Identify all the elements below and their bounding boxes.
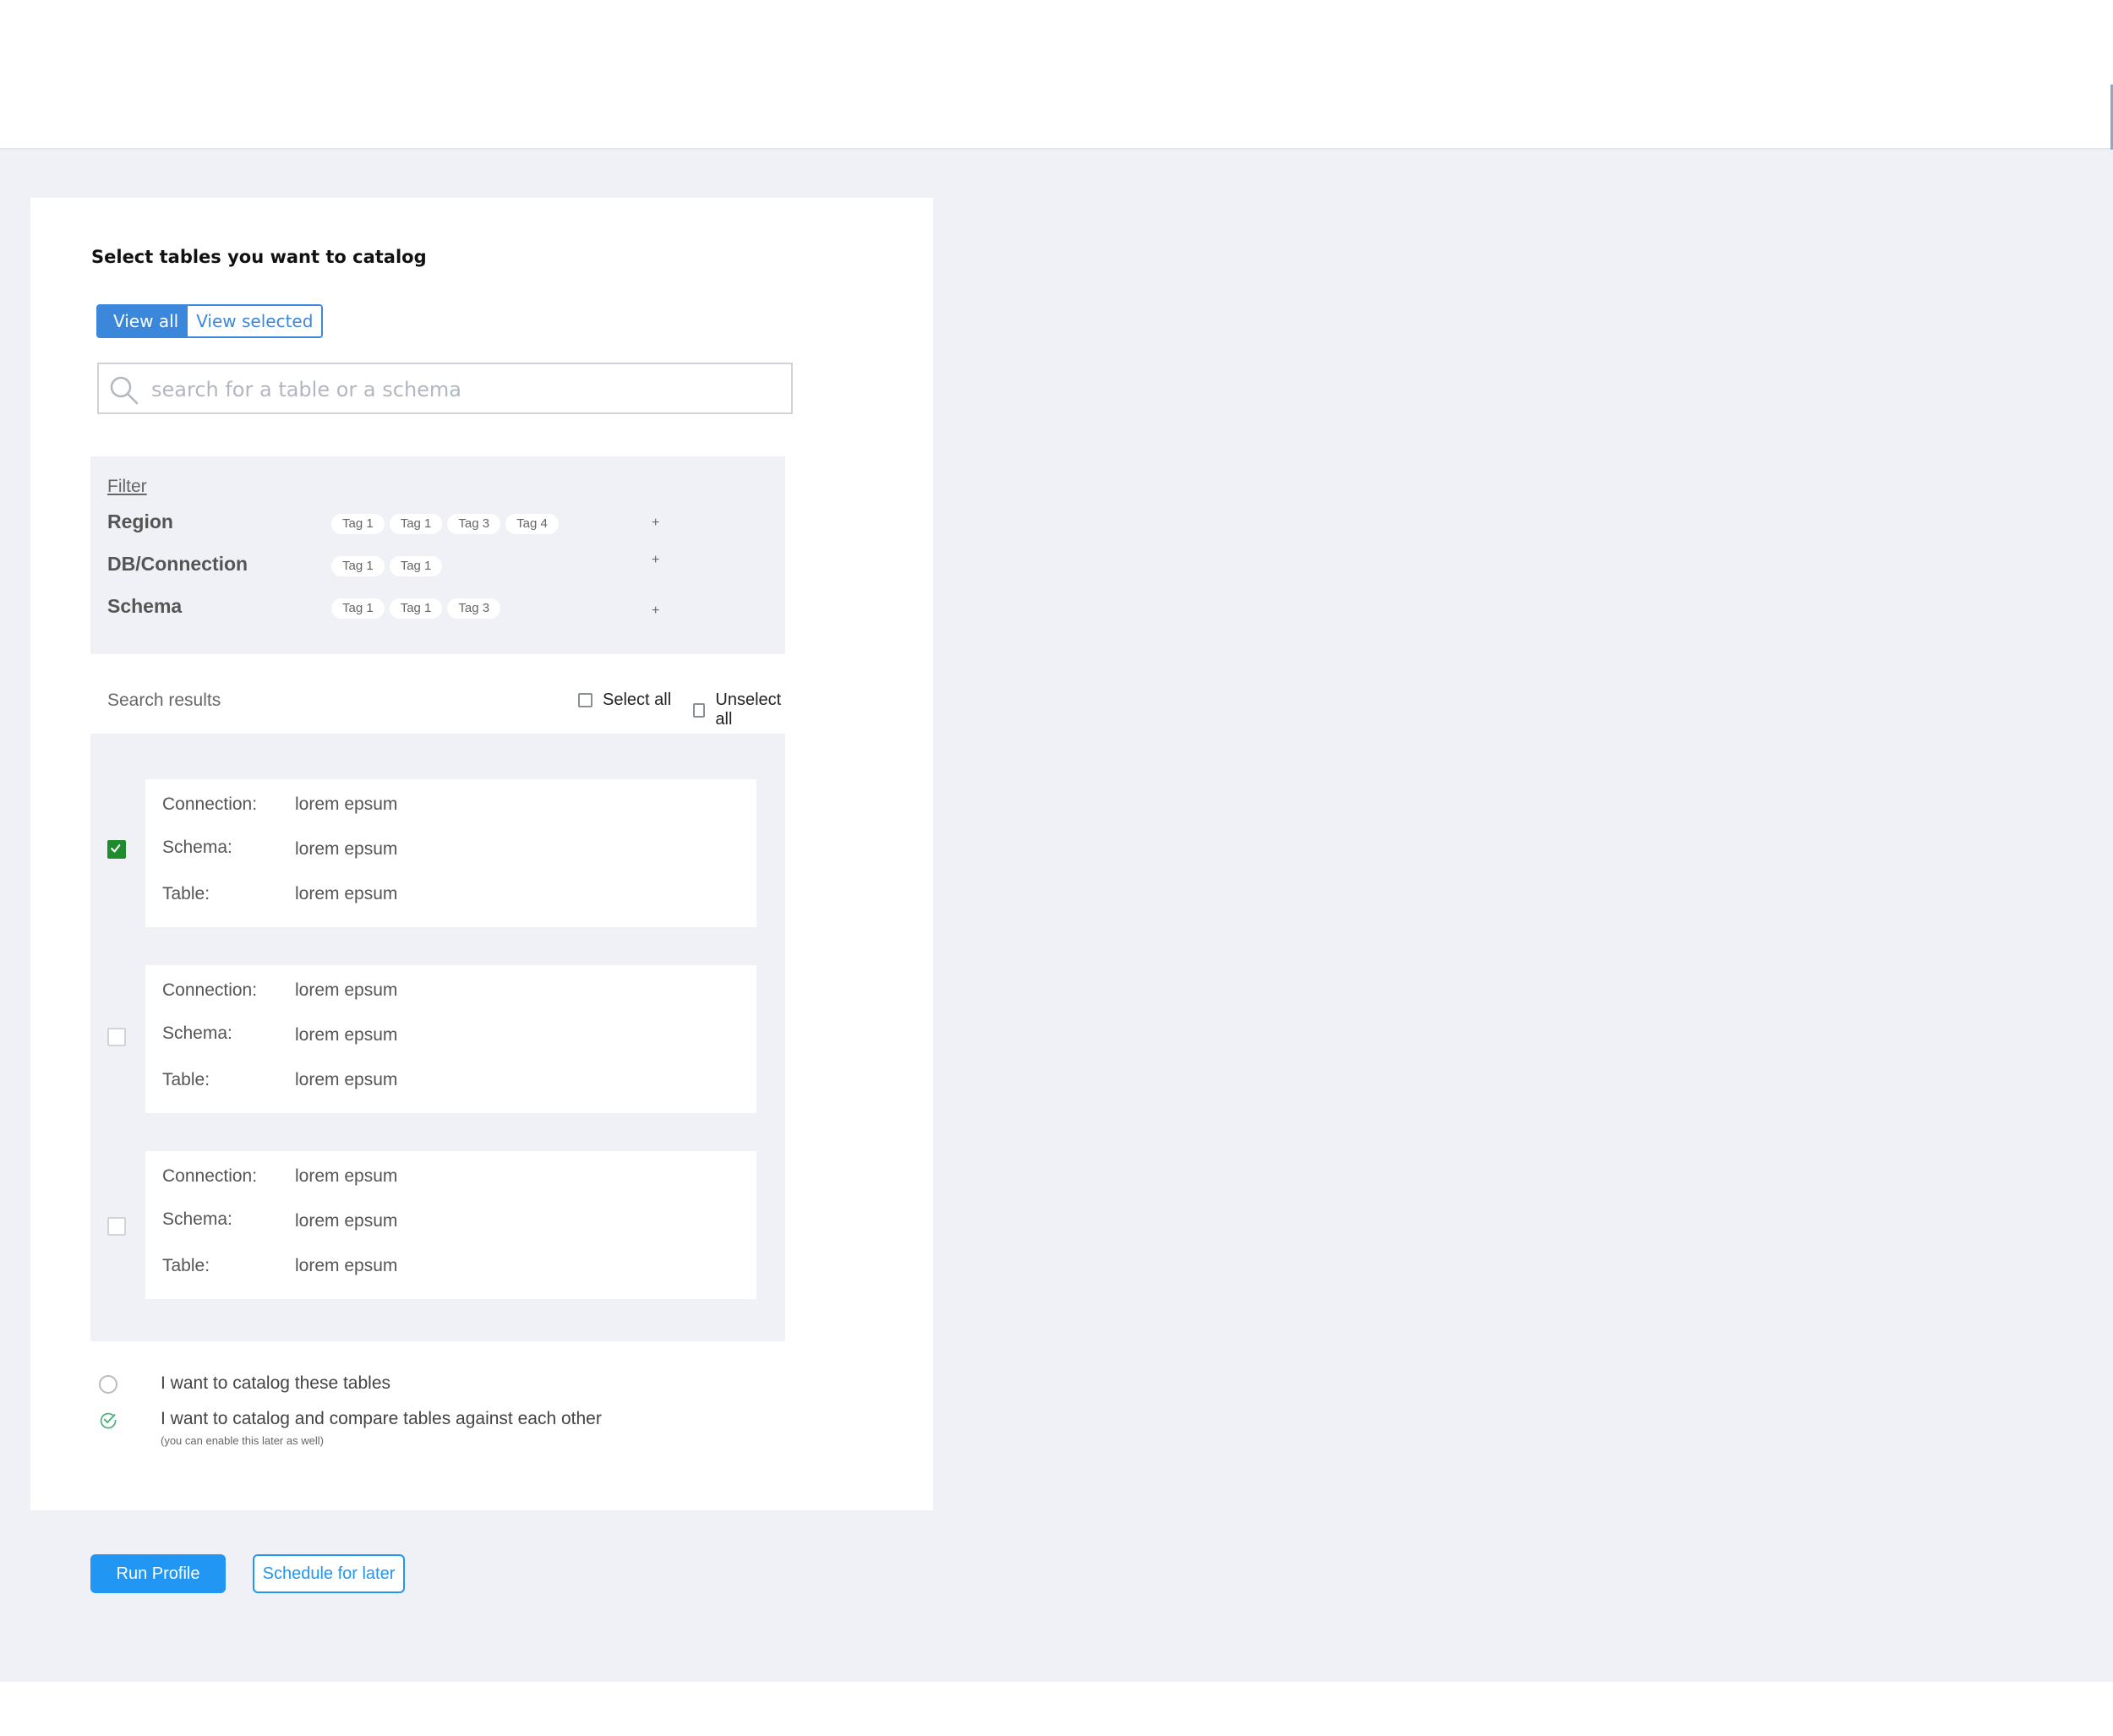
field-key: Schema: xyxy=(162,838,232,857)
checkbox-box[interactable] xyxy=(693,702,706,718)
add-tag-button[interactable]: + xyxy=(652,516,659,531)
field-value: lorem epsum xyxy=(295,839,398,859)
checkmark-icon xyxy=(111,844,121,853)
field-key: Schema: xyxy=(162,1024,232,1043)
field-key: Table: xyxy=(162,1070,210,1089)
field-value: lorem epsum xyxy=(295,980,398,1000)
results-title: Search results xyxy=(107,691,221,710)
filter-row-schema: Schema Tag 1 Tag 1 Tag 3 + xyxy=(107,595,784,624)
filter-row-region: Region Tag 1 Tag 1 Tag 3 Tag 4 + xyxy=(107,510,784,539)
check-circle-icon[interactable] xyxy=(99,1411,117,1429)
result-checkbox[interactable] xyxy=(107,840,126,859)
page-title: Select tables you want to catalog xyxy=(91,247,427,267)
tag-list: Tag 1 Tag 1 Tag 3 Tag 4 xyxy=(331,514,564,534)
field-value: lorem epsum xyxy=(295,1025,398,1045)
select-all-checkbox[interactable]: Select all xyxy=(578,691,671,710)
run-profile-button[interactable]: Run Profile xyxy=(90,1554,226,1593)
field-value: lorem epsum xyxy=(295,794,398,814)
filter-tag[interactable]: Tag 1 xyxy=(331,556,385,576)
results-header: Search results Select all Unselect all xyxy=(90,687,785,729)
filter-tag[interactable]: Tag 3 xyxy=(447,514,501,534)
field-key: Connection: xyxy=(162,1166,258,1186)
view-all-tab[interactable]: View all xyxy=(98,306,188,336)
result-item: Connection: lorem epsum Schema: lorem ep… xyxy=(90,965,785,1113)
view-toggle: View all View selected xyxy=(96,304,324,338)
filter-label: DB/Connection xyxy=(107,553,248,575)
result-checkbox[interactable] xyxy=(107,1217,126,1236)
search-box xyxy=(97,363,793,414)
checkbox-box[interactable] xyxy=(578,693,592,707)
field-value: lorem epsum xyxy=(295,1211,398,1231)
field-key: Connection: xyxy=(162,794,258,814)
unselect-all-checkbox[interactable]: Unselect all xyxy=(693,691,785,729)
field-value: lorem epsum xyxy=(295,1070,398,1089)
top-bar xyxy=(0,0,2113,150)
filter-tag[interactable]: Tag 1 xyxy=(389,514,443,534)
field-value: lorem epsum xyxy=(295,1166,398,1186)
filter-tag[interactable]: Tag 1 xyxy=(389,556,443,576)
results-list: Connection: lorem epsum Schema: lorem ep… xyxy=(90,734,785,1341)
result-card[interactable]: Connection: lorem epsum Schema: lorem ep… xyxy=(145,1151,756,1299)
view-selected-tab[interactable]: View selected xyxy=(188,306,322,336)
filter-label: Schema xyxy=(107,595,183,617)
result-item: Connection: lorem epsum Schema: lorem ep… xyxy=(90,1151,785,1299)
result-card[interactable]: Connection: lorem epsum Schema: lorem ep… xyxy=(145,965,756,1113)
radio-button[interactable] xyxy=(99,1375,117,1394)
tag-list: Tag 1 Tag 1 xyxy=(331,556,447,576)
search-input[interactable] xyxy=(150,371,778,408)
filter-tag[interactable]: Tag 1 xyxy=(331,514,385,534)
search-icon xyxy=(110,376,139,405)
option-label: I want to catalog these tables xyxy=(161,1373,391,1393)
schedule-later-button[interactable]: Schedule for later xyxy=(253,1554,405,1593)
field-key: Table: xyxy=(162,884,210,903)
filter-link[interactable]: Filter xyxy=(107,477,147,497)
tag-list: Tag 1 Tag 1 Tag 3 xyxy=(331,598,505,619)
filter-tag[interactable]: Tag 4 xyxy=(505,514,559,534)
option-label: I want to catalog and compare tables aga… xyxy=(161,1409,602,1428)
filter-tag[interactable]: Tag 3 xyxy=(447,598,501,619)
result-checkbox[interactable] xyxy=(107,1028,126,1046)
result-card[interactable]: Connection: lorem epsum Schema: lorem ep… xyxy=(145,779,756,927)
option-note: (you can enable this later as well) xyxy=(161,1434,324,1447)
field-value: lorem epsum xyxy=(295,884,398,903)
catalog-card: Select tables you want to catalog View a… xyxy=(30,198,933,1510)
filter-tag[interactable]: Tag 1 xyxy=(389,598,443,619)
field-value: lorem epsum xyxy=(295,1256,398,1275)
add-tag-button[interactable]: + xyxy=(652,553,659,568)
add-tag-button[interactable]: + xyxy=(652,603,659,619)
select-all-label: Select all xyxy=(603,691,672,709)
filter-row-connection: DB/Connection Tag 1 Tag 1 + xyxy=(107,553,784,581)
field-key: Table: xyxy=(162,1256,210,1275)
unselect-all-label: Unselect all xyxy=(715,691,782,729)
result-item: Connection: lorem epsum Schema: lorem ep… xyxy=(90,779,785,927)
field-key: Schema: xyxy=(162,1209,232,1229)
filter-label: Region xyxy=(107,510,173,532)
filter-tag[interactable]: Tag 1 xyxy=(331,598,385,619)
filter-panel: Filter Region Tag 1 Tag 1 Tag 3 Tag 4 + … xyxy=(90,456,785,654)
field-key: Connection: xyxy=(162,980,258,1000)
